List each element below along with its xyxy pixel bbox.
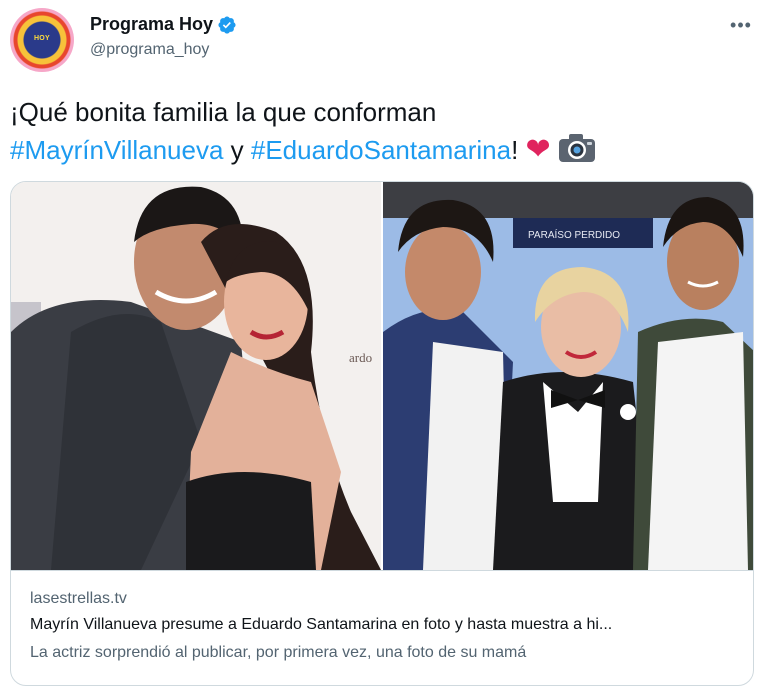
svg-text:ardo: ardo xyxy=(349,350,372,365)
display-name-text[interactable]: Programa Hoy xyxy=(90,14,213,35)
verified-badge-icon xyxy=(218,15,236,34)
card-description[interactable]: La actriz sorprendió al publicar, por pr… xyxy=(30,644,740,662)
author-handle[interactable]: @programa_hoy xyxy=(90,41,209,59)
card-photo-couple[interactable]: ardo xyxy=(11,182,381,570)
couple-photo-illustration: ardo xyxy=(11,182,381,570)
card-title[interactable]: Mayrín Villanueva presume a Eduardo Sant… xyxy=(30,616,740,634)
card-photo-family[interactable]: PARAÍSO PERDIDO xyxy=(383,182,753,570)
hashtag-eduardo[interactable]: #EduardoSantamarina xyxy=(251,135,511,165)
camera-icon xyxy=(558,134,595,162)
hashtag-mayrin[interactable]: #MayrínVillanueva xyxy=(10,135,223,165)
more-options-icon[interactable]: ••• xyxy=(726,10,756,40)
avatar[interactable]: HOY xyxy=(10,8,74,72)
tweet-ending: ! xyxy=(511,135,526,165)
link-card[interactable]: ardo PARAÍSO PERDIDO lasestrellas.tv May… xyxy=(10,181,754,686)
poster-sign-text: PARAÍSO PERDIDO xyxy=(528,228,620,241)
avatar-logo-text: HOY xyxy=(33,35,51,42)
author-display-name[interactable]: Programa Hoy xyxy=(90,14,237,35)
card-divider xyxy=(11,570,753,571)
card-domain[interactable]: lasestrellas.tv xyxy=(30,590,127,608)
tweet-connector: y xyxy=(223,135,251,165)
family-photo-illustration: PARAÍSO PERDIDO xyxy=(383,182,753,570)
tweet-line1: ¡Qué bonita familia la que conforman xyxy=(10,97,437,127)
heart-icon: ❤ xyxy=(525,133,551,166)
tweet-text: ¡Qué bonita familia la que conforman #Ma… xyxy=(10,94,750,169)
